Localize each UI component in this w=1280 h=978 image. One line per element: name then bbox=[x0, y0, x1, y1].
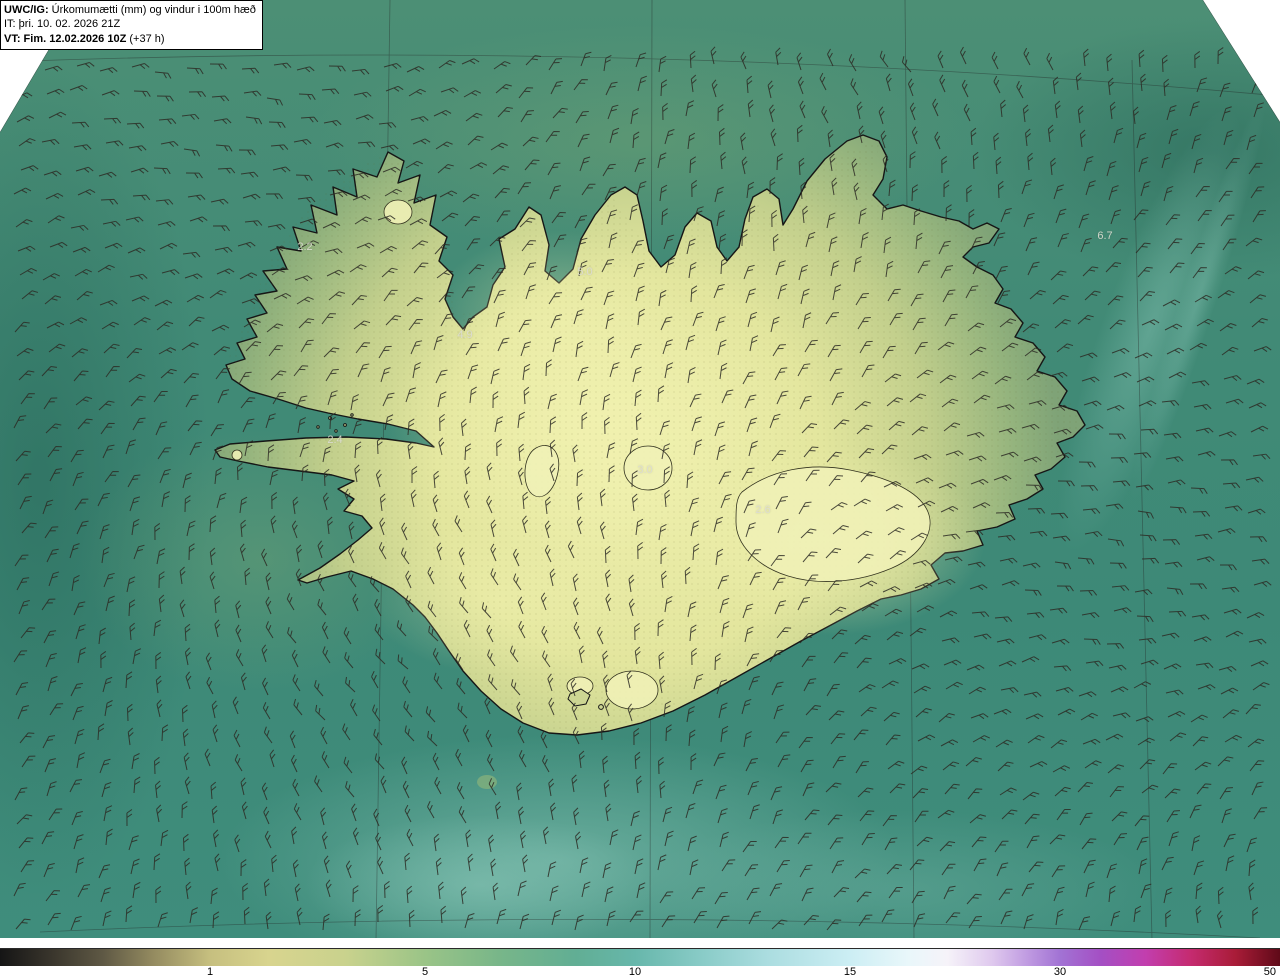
colorbar-tick-label: 5 bbox=[421, 966, 429, 978]
product-title-line: UWC/IG: Úrkomumætti (mm) og vindur i 100… bbox=[4, 3, 256, 17]
valid-time-line: VT: Fim. 12.02.2026 10Z (+37 h) bbox=[4, 32, 256, 46]
valid-time-offset: (+37 h) bbox=[129, 32, 165, 45]
init-time-line: IT: þri. 10. 02. 2026 21Z bbox=[4, 18, 121, 31]
colorbar-tick-label: 30 bbox=[1053, 966, 1067, 978]
colorbar-tick-label: 15 bbox=[843, 966, 857, 978]
colorbar-tick-label: 50 bbox=[1263, 966, 1276, 978]
colorbar-tick-label: 10 bbox=[628, 966, 642, 978]
weather-map-viewport: 2.2 5.0 4.9 6.7 2.4 3.0 2.6 UWC/IG: Úrkomumætt… bbox=[0, 0, 1280, 978]
colorbar-legend: 1 5 10 15 30 50 bbox=[0, 948, 1280, 978]
colorbar-labels: 1 5 10 15 30 50 bbox=[0, 966, 1280, 978]
product-label: UWC/IG: bbox=[4, 4, 49, 16]
colorbar-tick-label: 1 bbox=[206, 966, 214, 978]
valid-time: VT: Fim. 12.02.2026 10Z bbox=[4, 32, 127, 45]
colorbar-gradient bbox=[0, 948, 1280, 966]
product-title: Úrkomumætti (mm) og vindur i 100m hæð bbox=[51, 4, 256, 16]
map-info-box: UWC/IG: Úrkomumætti (mm) og vindur i 100… bbox=[0, 0, 263, 50]
weather-map-canvas bbox=[0, 0, 1280, 938]
